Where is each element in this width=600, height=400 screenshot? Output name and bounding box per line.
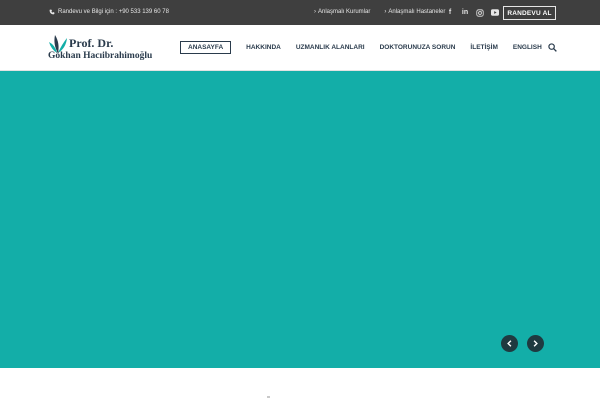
social-links: f in xyxy=(446,8,499,17)
appointment-button[interactable]: RANDEVU AL xyxy=(503,6,556,20)
link-label: Anlaşmalı Kurumlar xyxy=(318,9,371,15)
chevron-right-icon: › xyxy=(314,9,316,15)
linkedin-icon[interactable]: in xyxy=(461,8,469,17)
nav-item-ask-doctor[interactable]: DOKTORUNUZA SORUN xyxy=(380,41,456,54)
main-nav: ANASAYFA HAKKINDA UZMANLIK ALANLARI DOKT… xyxy=(180,41,557,54)
top-bar: Randevu ve Bilgi için : +90 533 139 60 7… xyxy=(0,0,600,25)
slider-prev-button[interactable] xyxy=(501,335,518,352)
logo-title: Prof. Dr. xyxy=(69,36,114,50)
link-contracted-institutions[interactable]: › Anlaşmalı Kurumlar xyxy=(314,9,370,15)
logo-name: Gökhan Hacıibrahimoğlu xyxy=(48,51,153,61)
nav-item-specialties[interactable]: UZMANLIK ALANLARI xyxy=(296,41,365,54)
slider-next-button[interactable] xyxy=(527,335,544,352)
nav-item-about[interactable]: HAKKINDA xyxy=(246,41,281,54)
phone-icon xyxy=(49,9,55,15)
contact-info: Randevu ve Bilgi için : +90 533 139 60 7… xyxy=(49,9,169,15)
nav-item-home[interactable]: ANASAYFA xyxy=(180,41,232,54)
chevron-right-icon: › xyxy=(384,9,387,15)
search-icon[interactable] xyxy=(548,43,557,52)
logo[interactable]: Prof. Dr. Gökhan Hacıibrahimoğlu xyxy=(48,31,160,65)
content-section xyxy=(0,368,600,400)
decorative-mark xyxy=(267,396,270,398)
link-label: Anlaşmalı Hastaneler xyxy=(388,9,446,15)
facebook-icon[interactable]: f xyxy=(446,8,454,17)
link-contracted-hospitals[interactable]: › Anlaşmalı Hastaneler xyxy=(384,9,445,15)
hero-slider xyxy=(0,71,600,368)
nav-item-contact[interactable]: İLETİŞİM xyxy=(470,41,497,54)
top-links: › Anlaşmalı Kurumlar › Anlaşmalı Hastane… xyxy=(314,9,445,15)
chevron-right-icon xyxy=(533,340,538,347)
main-header: Prof. Dr. Gökhan Hacıibrahimoğlu ANASAYF… xyxy=(0,25,600,71)
youtube-icon[interactable] xyxy=(491,8,499,17)
instagram-icon[interactable] xyxy=(476,8,484,17)
nav-item-english[interactable]: ENGLISH xyxy=(513,41,542,54)
chevron-left-icon xyxy=(507,340,512,347)
contact-text: Randevu ve Bilgi için : +90 533 139 60 7… xyxy=(58,9,169,15)
